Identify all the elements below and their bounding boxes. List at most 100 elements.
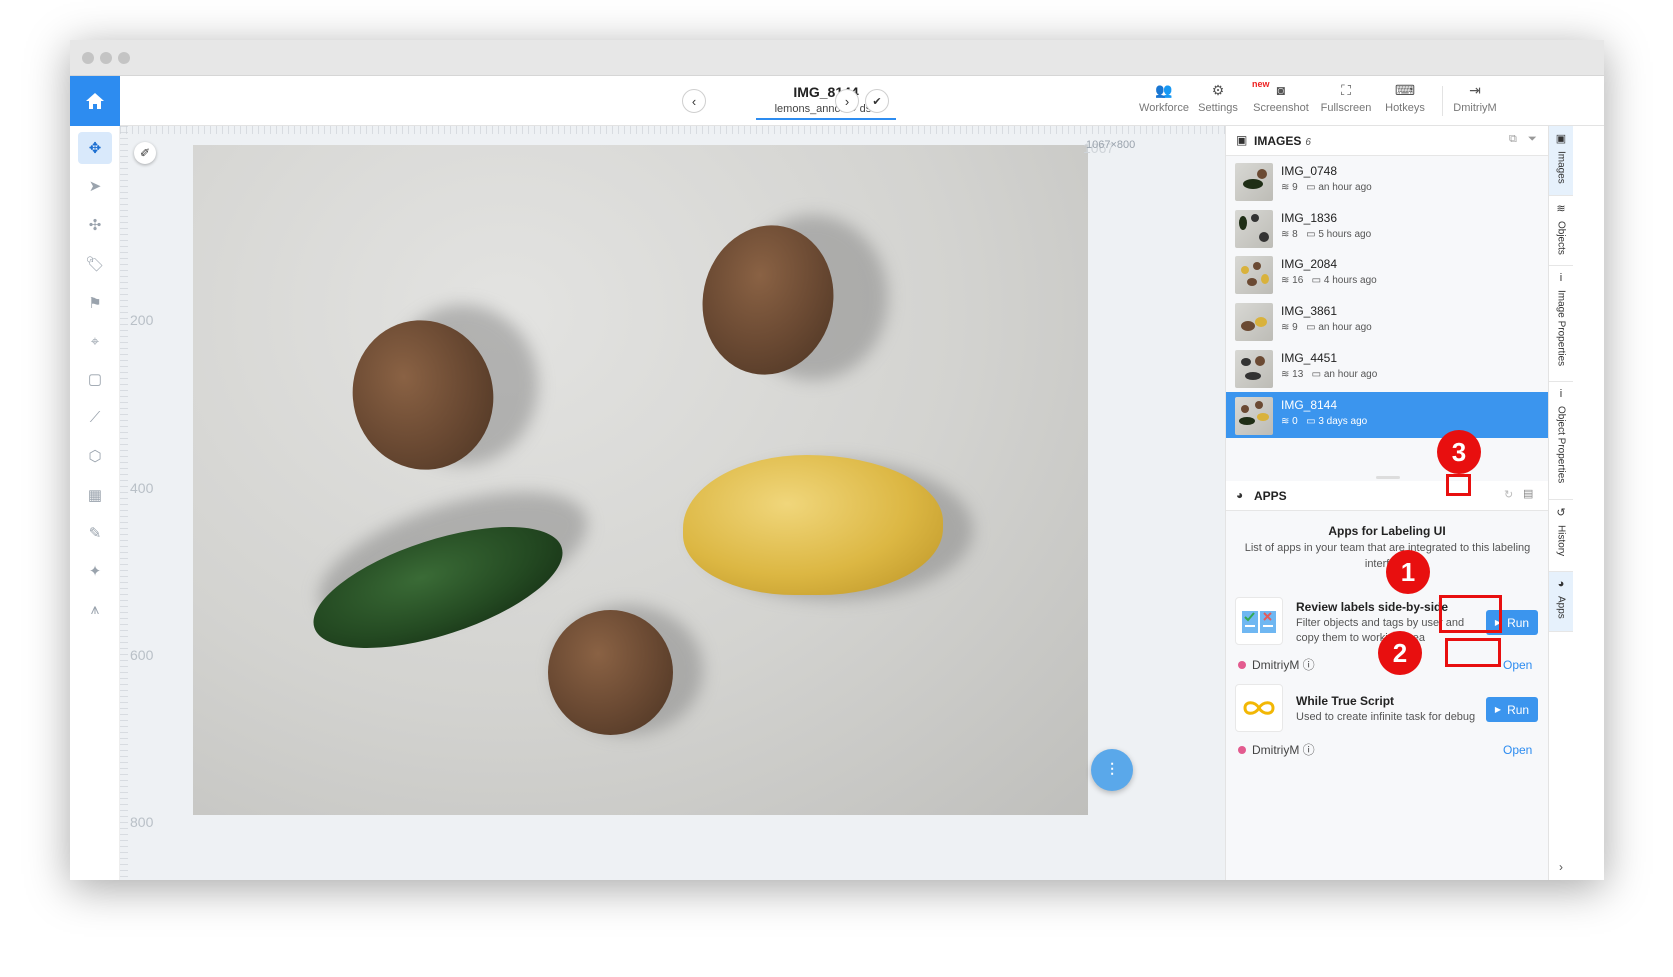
mark-done-button[interactable]: ✔ bbox=[865, 89, 889, 113]
flag-icon: ⚑ bbox=[88, 295, 102, 312]
home-button[interactable] bbox=[70, 76, 120, 126]
workforce-button[interactable]: 👥 Workforce bbox=[1134, 82, 1194, 114]
image-list-item[interactable]: IMG_4451 ≋ 13 ▭ an hour ago bbox=[1226, 345, 1548, 391]
graph-icon: ⩚ bbox=[90, 600, 100, 618]
user-menu-button[interactable]: ⇥ DmitriyM bbox=[1450, 82, 1500, 114]
highlight-window-box bbox=[1446, 474, 1471, 496]
open-app-link[interactable]: Open bbox=[1503, 658, 1532, 672]
layers-icon: ≋ bbox=[1281, 229, 1290, 240]
polygon-icon: ⬡ bbox=[88, 448, 102, 465]
tab-image-properties[interactable]: i Image Properties bbox=[1549, 266, 1573, 382]
calendar-icon: ▭ bbox=[1306, 322, 1316, 333]
run-label: Run bbox=[1507, 615, 1530, 630]
select-tool[interactable]: ➤ bbox=[78, 170, 112, 202]
info-icon: i bbox=[1559, 272, 1563, 284]
tab-objects[interactable]: ≋ Objects bbox=[1549, 196, 1573, 266]
panel-resize-handle[interactable] bbox=[1376, 476, 1400, 479]
window-close-dot[interactable] bbox=[82, 52, 94, 64]
polygon-tool[interactable]: ⬡ bbox=[78, 440, 112, 472]
image-list-item[interactable]: IMG_0748 ≋ 9 ▭ an hour ago bbox=[1226, 158, 1548, 204]
infinity-icon bbox=[1243, 701, 1275, 715]
image-size-label: 1067×800 bbox=[1086, 139, 1136, 151]
tab-history[interactable]: ↺ History bbox=[1549, 500, 1573, 572]
canvas-area[interactable]: 200 400 600 800 ✐ 1067 1067×800 ⫶ bbox=[120, 126, 1225, 880]
next-image-button[interactable]: › bbox=[835, 89, 859, 113]
flag-tool[interactable]: ⚑ bbox=[78, 287, 112, 319]
app-description: Used to create infinite task for debug bbox=[1296, 711, 1476, 723]
image-meta: ≋ 16 ▭ 4 hours ago bbox=[1281, 275, 1377, 286]
while-true-app-icon bbox=[1235, 684, 1283, 732]
images-title-text: IMAGES bbox=[1254, 134, 1302, 148]
pan-tool[interactable]: ✥ bbox=[78, 132, 112, 164]
author-avatar-dot bbox=[1238, 746, 1246, 754]
logout-icon: ⇥ bbox=[1469, 82, 1481, 98]
annotated-image[interactable] bbox=[193, 145, 1088, 815]
image-name: IMG_3861 bbox=[1281, 304, 1338, 318]
smart-tool[interactable]: ✦ bbox=[78, 555, 112, 587]
copy-icon[interactable]: ⧉ bbox=[1509, 133, 1517, 146]
users-icon: 👥 bbox=[1155, 82, 1173, 98]
view-settings-button[interactable]: ⫶ bbox=[1091, 749, 1133, 791]
ruler-left bbox=[120, 126, 128, 880]
image-name: IMG_1836 bbox=[1281, 211, 1338, 225]
fullscreen-label: Fullscreen bbox=[1320, 102, 1372, 114]
info-icon[interactable]: ⓘ bbox=[1303, 743, 1315, 757]
image-list-item[interactable]: IMG_1836 ≋ 8 ▭ 5 hours ago bbox=[1226, 205, 1548, 251]
fullscreen-button[interactable]: ⛶ Fullscreen bbox=[1318, 82, 1374, 114]
object-count: 13 bbox=[1292, 369, 1304, 380]
image-meta: ≋ 9 ▭ an hour ago bbox=[1281, 322, 1372, 333]
tag-tool[interactable]: 🏷 bbox=[78, 248, 112, 280]
tab-label: Apps bbox=[1555, 596, 1567, 619]
play-icon: ▶ bbox=[1494, 705, 1502, 714]
point-icon: ⌖ bbox=[90, 332, 100, 350]
window-minimize-dot[interactable] bbox=[100, 52, 112, 64]
hotkeys-label: Hotkeys bbox=[1385, 102, 1425, 114]
side-tabs: ▣ Images ≋ Objects i Image Properties i Obje… bbox=[1548, 126, 1573, 880]
filter-icon[interactable]: ⏷ bbox=[1528, 133, 1537, 146]
compare-icon bbox=[1242, 611, 1276, 633]
brush-toggle-button[interactable]: ✐ bbox=[134, 142, 156, 164]
prev-image-button[interactable]: ‹ bbox=[682, 89, 706, 113]
magic-wand-icon: ✦ bbox=[88, 563, 102, 580]
camera-icon: ◙ bbox=[1276, 82, 1286, 98]
window-titlebar bbox=[70, 40, 1604, 76]
calendar-icon: ▭ bbox=[1311, 275, 1322, 286]
settings-button[interactable]: ⚙ Settings bbox=[1192, 82, 1244, 114]
hotkeys-button[interactable]: ⌨ Hotkeys bbox=[1380, 82, 1430, 114]
drag-tool[interactable]: ✣ bbox=[78, 209, 112, 241]
home-icon bbox=[86, 93, 104, 109]
image-thumbnail bbox=[1235, 256, 1273, 294]
image-list-item[interactable]: IMG_3861 ≋ 9 ▭ an hour ago bbox=[1226, 298, 1548, 344]
window-maximize-dot[interactable] bbox=[118, 52, 130, 64]
layers-icon: ≋ bbox=[1281, 275, 1290, 286]
app-window-icon[interactable]: ▤ bbox=[1523, 487, 1533, 500]
double-check-icon: ✔ bbox=[872, 95, 882, 108]
tab-object-properties[interactable]: i Object Properties bbox=[1549, 382, 1573, 500]
bitmap-tool[interactable]: ▦ bbox=[78, 479, 112, 511]
info-icon[interactable]: ⓘ bbox=[1303, 658, 1315, 672]
image-list-item-selected[interactable]: IMG_8144 ≋ 0 ▭ 3 days ago bbox=[1226, 392, 1548, 438]
tab-apps[interactable]: ◕ Apps bbox=[1549, 572, 1573, 632]
apps-panel-header: ◕ APPS ↻ ▤ bbox=[1226, 481, 1548, 511]
tab-images[interactable]: ▣ Images bbox=[1549, 126, 1573, 196]
screenshot-button[interactable]: ◙ Screenshot bbox=[1250, 82, 1312, 114]
open-app-link[interactable]: Open bbox=[1503, 743, 1532, 757]
polyline-tool[interactable]: ⟋ bbox=[78, 401, 112, 433]
point-tool[interactable]: ⌖ bbox=[78, 325, 112, 357]
settings-label: Settings bbox=[1198, 102, 1238, 114]
ruler-top bbox=[120, 126, 1225, 134]
refresh-icon[interactable]: ↻ bbox=[1504, 488, 1513, 501]
graph-tool[interactable]: ⩚ bbox=[78, 593, 112, 625]
rectangle-tool[interactable]: ▢ bbox=[78, 363, 112, 395]
brush-tool[interactable]: ✎ bbox=[78, 517, 112, 549]
tab-label: Images bbox=[1555, 151, 1567, 184]
screenshot-label: Screenshot bbox=[1253, 102, 1309, 114]
image-list-item[interactable]: IMG_2084 ≋ 16 ▭ 4 hours ago bbox=[1226, 251, 1548, 297]
chevron-right-icon[interactable]: › bbox=[1549, 860, 1573, 874]
images-icon: ▣ bbox=[1555, 133, 1567, 145]
apps-icon: ◕ bbox=[1236, 488, 1244, 502]
run-app-button[interactable]: ▶ Run bbox=[1486, 697, 1538, 722]
app-title: While True Script bbox=[1296, 694, 1395, 708]
image-time: 3 days ago bbox=[1318, 416, 1368, 427]
eraser-icon: ✐ bbox=[139, 146, 151, 160]
